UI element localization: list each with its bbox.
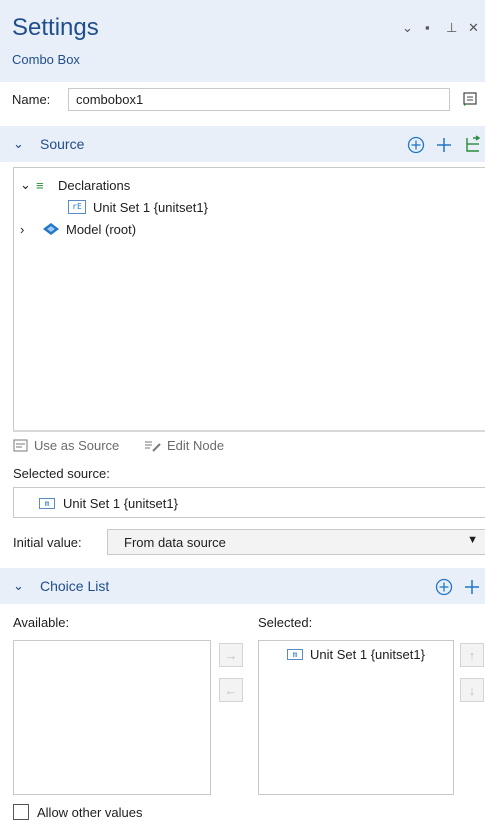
arrow-left-icon: ← [224, 682, 238, 698]
tree-label-model: Model (root) [66, 221, 137, 237]
name-field[interactable]: combobox1 [68, 88, 450, 111]
selected-label: Selected: [258, 615, 313, 630]
page-title: Settings [12, 14, 99, 41]
maximize-icon[interactable]: ▪ [425, 20, 430, 35]
chevron-down-icon[interactable]: ⌄ [20, 177, 36, 193]
list-item[interactable]: m Unit Set 1 {unitset1} [287, 647, 425, 662]
checkbox-icon[interactable] [13, 804, 29, 820]
tree-row-declarations[interactable]: ⌄ ≡ Declarations [20, 174, 130, 196]
close-icon[interactable]: ✕ [468, 20, 479, 36]
selected-source-value: Unit Set 1 {unitset1} [63, 496, 178, 511]
model-icon [43, 223, 59, 235]
edit-node-icon [145, 441, 161, 452]
unit-set-icon: rE [68, 200, 86, 214]
name-label: Name: [12, 92, 51, 107]
add-circle-icon[interactable] [406, 135, 426, 155]
source-tree[interactable]: ⌄ ≡ Declarations rE Unit Set 1 {unitset1… [13, 167, 485, 431]
chevron-down-icon[interactable]: ⌄ [13, 578, 24, 594]
arrow-up-icon: ↑ [468, 647, 476, 663]
use-as-source-button[interactable]: Use as Source [13, 438, 119, 453]
allow-other-values-checkbox[interactable]: Allow other values [13, 804, 143, 820]
dropdown-arrow-icon: ▼ [467, 534, 478, 546]
edit-node-button[interactable]: Edit Node [144, 438, 224, 453]
name-value: combobox1 [76, 92, 144, 107]
unit-box-icon: m [39, 498, 55, 509]
initial-value-text: From data source [124, 535, 226, 550]
add-icon[interactable] [434, 135, 454, 155]
selected-source-field: m Unit Set 1 {unitset1} [13, 487, 485, 518]
edit-node-label: Edit Node [167, 438, 225, 453]
unit-box-icon: m [287, 649, 303, 660]
use-as-source-label: Use as Source [34, 438, 120, 453]
tree-resize-divider[interactable] [13, 430, 485, 432]
tree-label-declarations: Declarations [58, 177, 131, 193]
tree-row-unit-set[interactable]: rE Unit Set 1 {unitset1} [68, 196, 208, 218]
tree-label-unit-set: Unit Set 1 {unitset1} [93, 199, 208, 215]
arrow-right-icon: → [224, 647, 238, 663]
collapse-icon[interactable]: ⌄ [402, 20, 413, 36]
chevron-right-icon[interactable]: › [20, 222, 42, 237]
pin-icon[interactable]: ⊥ [446, 20, 457, 36]
move-left-button[interactable]: ← [219, 678, 243, 702]
add-circle-icon[interactable] [434, 577, 454, 597]
move-right-button[interactable]: → [219, 643, 243, 667]
move-down-button[interactable]: ↓ [460, 678, 484, 702]
tree-structure-icon[interactable] [462, 134, 484, 156]
add-icon[interactable] [462, 577, 482, 597]
initial-value-select[interactable]: From data source ▼ [107, 529, 485, 555]
available-list[interactable] [13, 640, 211, 795]
declarations-icon: ≡ [36, 177, 44, 193]
available-label: Available: [13, 615, 70, 630]
chevron-down-icon[interactable]: ⌄ [13, 136, 24, 152]
tree-row-model[interactable]: › Model (root) [20, 218, 136, 240]
arrow-down-icon: ↓ [468, 682, 476, 698]
selected-list[interactable]: m Unit Set 1 {unitset1} [258, 640, 454, 795]
selected-item-label: Unit Set 1 {unitset1} [310, 647, 425, 662]
allow-other-values-label: Allow other values [37, 804, 143, 820]
move-up-button[interactable]: ↑ [460, 643, 484, 667]
source-section-title: Source [40, 136, 85, 152]
name-settings-icon[interactable] [460, 88, 480, 109]
choice-list-section-title: Choice List [40, 578, 110, 594]
use-as-source-icon [13, 439, 28, 451]
initial-value-label: Initial value: [13, 535, 82, 550]
page-subtitle: Combo Box [12, 52, 80, 67]
selected-source-label: Selected source: [13, 466, 110, 481]
